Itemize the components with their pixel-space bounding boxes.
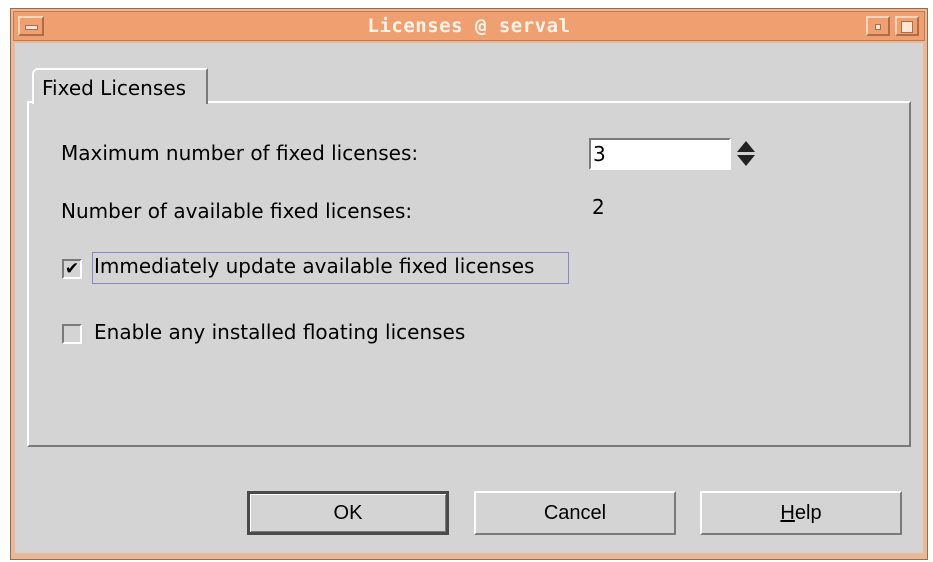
max-fixed-licenses-spinner[interactable] — [735, 139, 757, 169]
available-fixed-licenses-value: 2 — [592, 195, 605, 219]
fixed-licenses-panel: Maximum number of fixed licenses: 3 Numb… — [27, 101, 911, 447]
available-fixed-licenses-label: Number of available fixed licenses: — [61, 199, 413, 223]
minimize-button[interactable] — [866, 16, 890, 36]
max-fixed-licenses-label: Maximum number of fixed licenses: — [61, 141, 419, 165]
immediate-update-checkbox[interactable]: ✔ — [62, 259, 82, 279]
maximize-icon — [901, 21, 913, 33]
title-bar[interactable]: Licenses @ serval — [13, 11, 925, 41]
tab-label: Fixed Licenses — [42, 76, 187, 100]
dialog-body: Fixed Licenses Maximum number of fixed l… — [15, 43, 923, 553]
spin-down-icon[interactable] — [737, 155, 755, 166]
help-label-rest: elp — [794, 502, 822, 524]
maximize-button[interactable] — [895, 16, 919, 36]
max-fixed-licenses-input[interactable]: 3 — [589, 138, 731, 170]
window-title: Licenses @ serval — [367, 15, 571, 37]
spin-up-icon[interactable] — [737, 141, 755, 152]
minimize-icon — [875, 24, 881, 30]
immediate-update-label[interactable]: Immediately update available fixed licen… — [94, 254, 534, 278]
cancel-button[interactable]: Cancel — [474, 491, 676, 535]
dialog-window: Licenses @ serval Fixed Licenses Maximum… — [10, 8, 928, 560]
ok-button[interactable]: OK — [247, 491, 449, 535]
enable-floating-label[interactable]: Enable any installed floating licenses — [94, 320, 465, 344]
help-button[interactable]: Help — [700, 491, 902, 535]
help-mnemonic: H — [780, 502, 795, 524]
tab-fixed-licenses[interactable]: Fixed Licenses — [32, 68, 208, 104]
enable-floating-checkbox[interactable] — [62, 324, 82, 344]
